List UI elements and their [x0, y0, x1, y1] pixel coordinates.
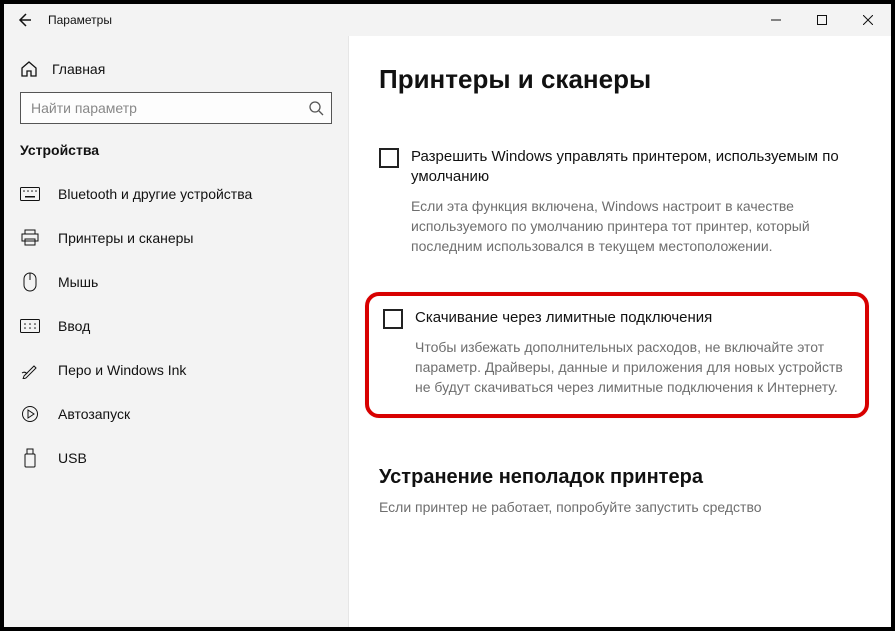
- nav-autoplay[interactable]: Автозапуск: [4, 392, 348, 436]
- default-printer-desc: Если эта функция включена, Windows настр…: [411, 196, 851, 257]
- minimize-icon: [771, 15, 781, 25]
- usb-icon: [20, 448, 40, 468]
- troubleshoot-text: Если принтер не работает, попробуйте зап…: [379, 499, 855, 515]
- nav-label: Принтеры и сканеры: [58, 230, 193, 246]
- nav-usb[interactable]: USB: [4, 436, 348, 480]
- titlebar: Параметры: [4, 4, 891, 36]
- nav-label: Ввод: [58, 318, 90, 334]
- search-input[interactable]: [20, 92, 332, 124]
- default-printer-label: Разрешить Windows управлять принтером, и…: [411, 147, 855, 188]
- nav-label: Автозапуск: [58, 406, 130, 422]
- default-printer-block: Разрешить Windows управлять принтером, и…: [379, 147, 855, 256]
- body: Главная Устройства Bluetooth и другие ус…: [4, 36, 891, 627]
- search-wrap: [20, 92, 332, 124]
- metered-checkbox[interactable]: [383, 309, 403, 329]
- home-nav[interactable]: Главная: [4, 54, 348, 92]
- sidebar: Главная Устройства Bluetooth и другие ус…: [4, 36, 349, 627]
- nav-bluetooth[interactable]: Bluetooth и другие устройства: [4, 172, 348, 216]
- printer-icon: [20, 229, 40, 247]
- mouse-icon: [20, 272, 40, 292]
- nav-label: USB: [58, 450, 87, 466]
- nav-pen[interactable]: Перо и Windows Ink: [4, 348, 348, 392]
- metered-row: Скачивание через лимитные подключения Чт…: [383, 308, 851, 397]
- maximize-icon: [817, 15, 827, 25]
- window-controls: [753, 4, 891, 36]
- default-printer-row: Разрешить Windows управлять принтером, и…: [379, 147, 855, 256]
- nav-mouse[interactable]: Мышь: [4, 260, 348, 304]
- metered-label: Скачивание через лимитные подключения: [415, 308, 851, 328]
- home-icon: [20, 60, 38, 78]
- close-button[interactable]: [845, 4, 891, 36]
- maximize-button[interactable]: [799, 4, 845, 36]
- keyboard-icon: [20, 187, 40, 201]
- settings-window: Параметры Главная Устройства Bluetooth и…: [0, 0, 895, 631]
- troubleshoot-heading: Устранение неполадок принтера: [379, 466, 855, 489]
- window-title: Параметры: [48, 13, 112, 27]
- page-title: Принтеры и сканеры: [379, 64, 855, 95]
- pen-icon: [20, 361, 40, 379]
- metered-highlight: Скачивание через лимитные подключения Чт…: [365, 292, 869, 417]
- arrow-left-icon: [16, 12, 32, 28]
- nav-label: Перо и Windows Ink: [58, 362, 186, 378]
- nav-label: Мышь: [58, 274, 98, 290]
- back-button[interactable]: [4, 4, 44, 36]
- typing-icon: [20, 319, 40, 333]
- default-printer-checkbox[interactable]: [379, 148, 399, 168]
- nav-printers[interactable]: Принтеры и сканеры: [4, 216, 348, 260]
- close-icon: [863, 15, 873, 25]
- nav-typing[interactable]: Ввод: [4, 304, 348, 348]
- metered-desc: Чтобы избежать дополнительных расходов, …: [415, 337, 851, 398]
- minimize-button[interactable]: [753, 4, 799, 36]
- home-label: Главная: [52, 61, 105, 77]
- nav-label: Bluetooth и другие устройства: [58, 186, 252, 202]
- content-area: Принтеры и сканеры Разрешить Windows упр…: [349, 36, 891, 627]
- section-header: Устройства: [4, 142, 348, 172]
- autoplay-icon: [20, 405, 40, 423]
